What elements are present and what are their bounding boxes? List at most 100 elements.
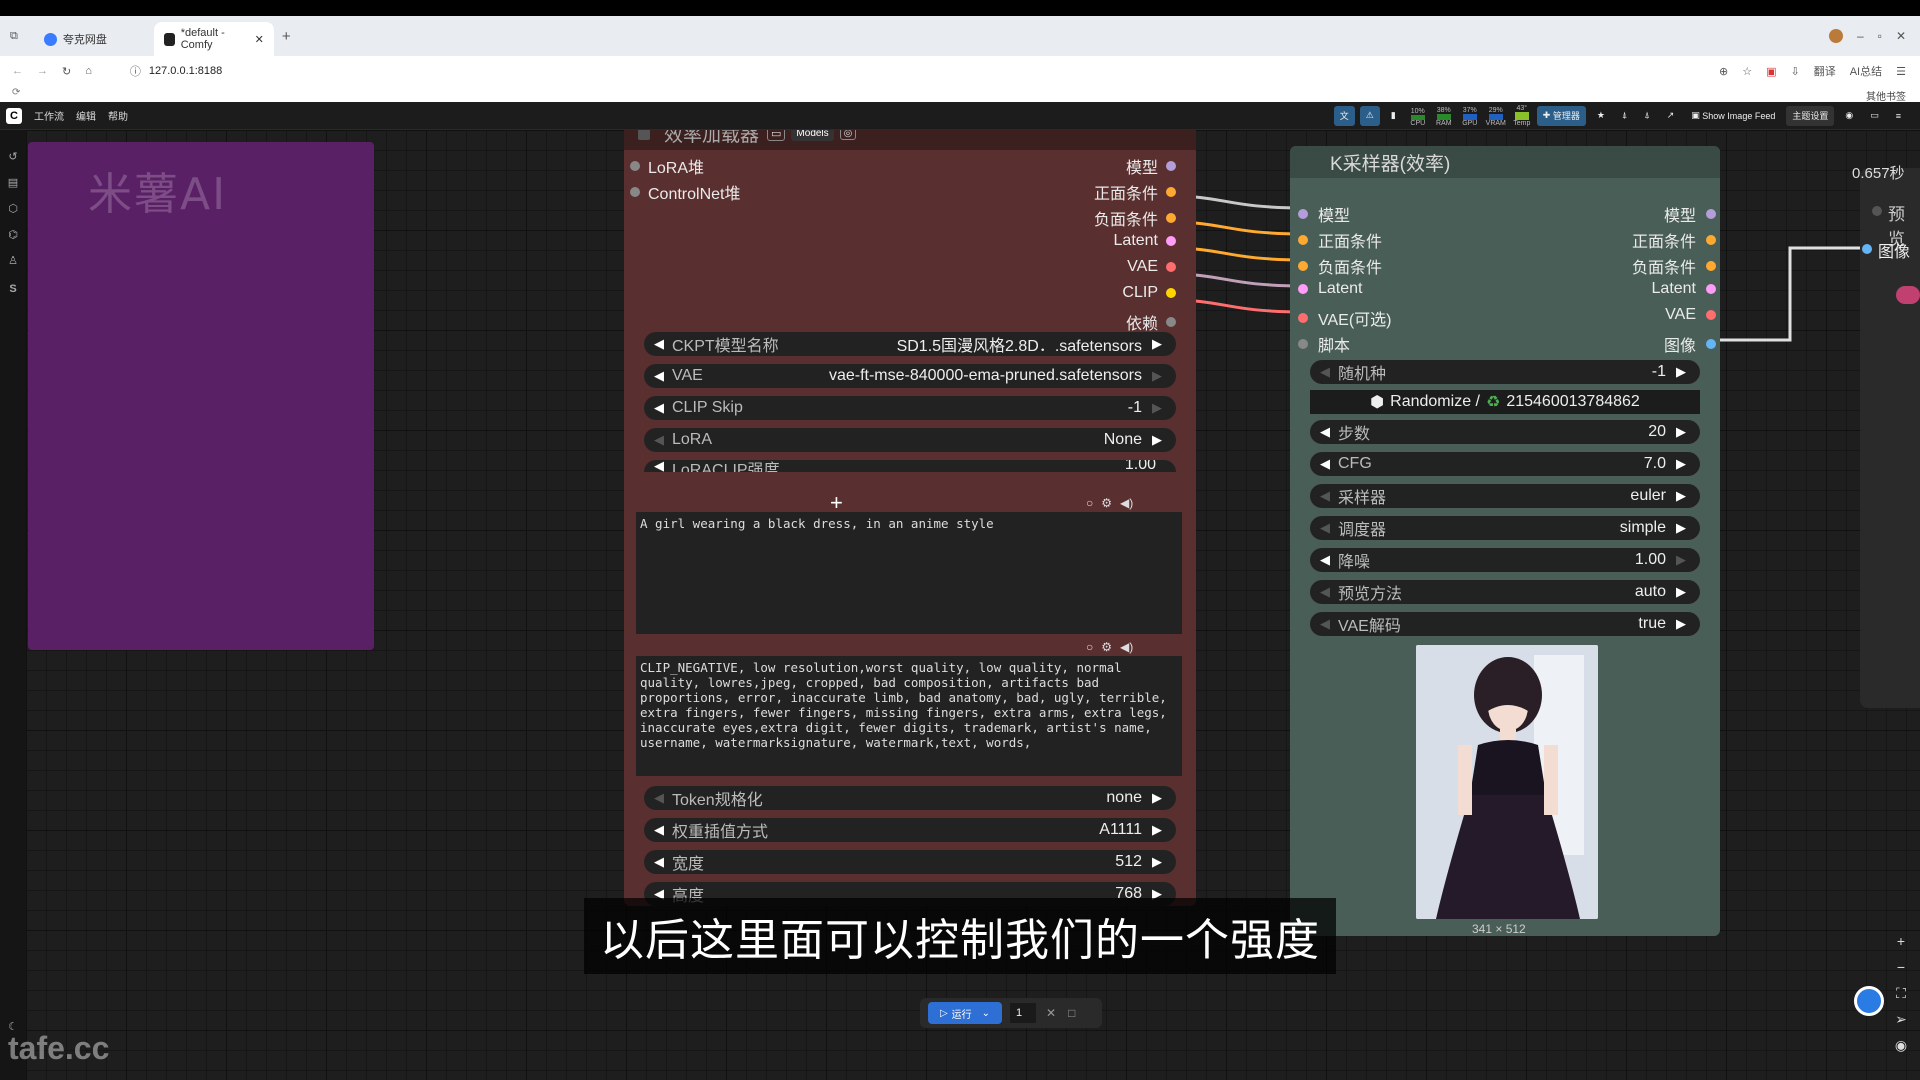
generated-preview-image[interactable]	[1416, 645, 1598, 919]
home-icon[interactable]: ⌂	[85, 65, 92, 77]
tool-a-icon[interactable]: ⍋	[1616, 106, 1633, 126]
badge-icon[interactable]	[1896, 286, 1920, 304]
seed-widget[interactable]: ◀ 随机种 -1 ▶	[1310, 360, 1700, 384]
manager-button[interactable]: ✚ 管理器	[1536, 105, 1586, 126]
output-negative[interactable]: 负面条件	[1036, 206, 1176, 230]
models-button[interactable]: Models	[791, 130, 834, 141]
show-image-feed-button[interactable]: ▣ Show Image Feed	[1685, 106, 1781, 126]
ks-output-latent[interactable]: Latent	[1586, 280, 1716, 298]
ks-input-negative[interactable]: 负面条件	[1298, 254, 1382, 278]
menu-help[interactable]: 帮助	[108, 108, 128, 123]
speaker-icon[interactable]: ◀)	[1120, 496, 1133, 510]
positive-prompt-textarea[interactable]: A girl wearing a black dress, in an anim…	[636, 512, 1182, 634]
node-title-bar[interactable]: 效率加载器 ▭ Models ◎	[624, 130, 1196, 150]
input-controlnet-stack[interactable]: ControlNet堆	[630, 180, 740, 204]
maximize-icon[interactable]: ▫	[1878, 29, 1882, 43]
node-title-bar[interactable]: K采样器(效率)	[1290, 146, 1720, 178]
bookmark-toggle-icon[interactable]: ▮	[1385, 106, 1402, 126]
back-icon[interactable]: ←	[12, 65, 23, 77]
node-icon-b[interactable]: ◎	[839, 130, 857, 140]
menu-edit[interactable]: 编辑	[76, 108, 96, 123]
lora-name-widget[interactable]: ◀ LoRA None ▶	[644, 428, 1176, 452]
seed-control-button[interactable]: ⬢ Randomize / ♻ 215460013784862	[1310, 390, 1700, 414]
vae-name-widget[interactable]: ◀ VAE vae-ft-mse-840000-ema-pruned.safeten…	[644, 364, 1176, 388]
history-icon[interactable]: ↺	[6, 150, 20, 164]
menu-icon[interactable]: ☰	[1896, 65, 1906, 78]
node-icon-a[interactable]: ▭	[767, 130, 786, 141]
star-tool-icon[interactable]: ★	[1591, 106, 1611, 126]
zoom-out-icon[interactable]: −	[1890, 956, 1912, 978]
chevron-down-icon[interactable]: ⌄	[982, 1008, 990, 1019]
output-model[interactable]: 模型	[1066, 154, 1176, 178]
input-image-dot[interactable]	[1862, 244, 1872, 254]
toggle-links-icon[interactable]: ◉	[1890, 1034, 1912, 1056]
ks-output-negative[interactable]: 负面条件	[1586, 254, 1716, 278]
slot-dot[interactable]	[630, 187, 640, 197]
output-dependencies[interactable]: 依赖	[1036, 310, 1176, 334]
theme-settings-button[interactable]: 主题设置	[1786, 105, 1835, 126]
other-bookmarks[interactable]: 其他书签	[1866, 88, 1906, 103]
more-menu-icon[interactable]: ≡	[1890, 106, 1907, 126]
new-tab-icon[interactable]: +	[282, 28, 291, 45]
speaker-icon[interactable]: ◀)	[1120, 640, 1133, 654]
stop-icon[interactable]: □	[1068, 1006, 1075, 1020]
ks-input-positive[interactable]: 正面条件	[1298, 228, 1382, 252]
assistant-bubble-icon[interactable]	[1854, 986, 1884, 1016]
star-icon[interactable]: ☆	[1742, 65, 1752, 78]
zoom-icon[interactable]: ⊕	[1719, 65, 1728, 78]
site-info-icon[interactable]: ⓘ	[130, 63, 141, 79]
window-close-icon[interactable]: ✕	[1896, 29, 1906, 43]
token-normalization-widget[interactable]: ◀ Token规格化 none ▶	[644, 786, 1176, 810]
share-icon[interactable]: ↗	[1661, 106, 1681, 126]
preview-image-node[interactable]: 0.657秒 预览 图像	[1852, 165, 1920, 708]
minimize-icon[interactable]: –	[1857, 29, 1864, 43]
ks-output-positive[interactable]: 正面条件	[1586, 228, 1716, 252]
circle-icon[interactable]: ○	[1086, 640, 1093, 654]
steps-widget[interactable]: ◀ 步数 20 ▶	[1310, 420, 1700, 444]
profile-icon[interactable]	[1828, 29, 1843, 43]
node-library-icon[interactable]: ⬡	[6, 202, 20, 216]
fit-view-icon[interactable]: ⛶	[1890, 982, 1912, 1004]
user-icon[interactable]: ◉	[1839, 106, 1859, 126]
download-icon[interactable]: ⇩	[1791, 65, 1800, 78]
extension-icon[interactable]: ▣	[1766, 65, 1776, 78]
url-field[interactable]: 127.0.0.1:8188	[149, 65, 222, 77]
sd-icon[interactable]: S	[6, 282, 20, 296]
translate-button[interactable]: 文	[1333, 105, 1355, 126]
collapse-dot[interactable]	[1872, 206, 1882, 216]
denoise-widget[interactable]: ◀ 降噪 1.00 ▶	[1310, 548, 1700, 572]
cancel-icon[interactable]: ✕	[1046, 1006, 1056, 1020]
ks-output-vae[interactable]: VAE	[1586, 306, 1716, 324]
tab-actions-icon[interactable]: ⧉	[10, 30, 18, 43]
ks-output-model[interactable]: 模型	[1586, 202, 1716, 226]
tool-b-icon[interactable]: ⍋	[1638, 106, 1655, 126]
settings-gear-icon[interactable]: ⚙	[1101, 640, 1112, 654]
output-positive[interactable]: 正面条件	[1036, 180, 1176, 204]
workflows-icon[interactable]: ♙	[6, 254, 20, 268]
ckpt-name-widget[interactable]: ◀ CKPT模型名称 SD1.5国漫风格2.8D．.safetensors ▶	[644, 332, 1176, 356]
ks-input-script[interactable]: 脚本	[1298, 332, 1350, 356]
lora-clip-strength-widget[interactable]: ◀ LoRACLIP强度 1.00	[644, 460, 1176, 472]
input-lora-stack[interactable]: LoRA堆	[630, 154, 704, 178]
slot-dot[interactable]	[630, 161, 640, 171]
weight-interpretation-widget[interactable]: ◀ 权重插值方式 A1111 ▶	[644, 818, 1176, 842]
clip-skip-widget[interactable]: ◀ CLIP Skip -1 ▶	[644, 396, 1176, 420]
menu-workflow[interactable]: 工作流	[34, 108, 64, 123]
comfy-logo-icon[interactable]: C	[6, 107, 22, 124]
circle-icon[interactable]: ○	[1086, 496, 1093, 510]
bookmark-icon[interactable]: ⟳	[12, 87, 20, 98]
forward-icon[interactable]: →	[37, 65, 48, 77]
translate-label[interactable]: 翻译	[1814, 63, 1836, 79]
panel-toggle-icon[interactable]: ▭	[1864, 106, 1885, 126]
zoom-in-icon[interactable]: +	[1890, 930, 1912, 952]
output-vae[interactable]: VAE	[1036, 258, 1176, 276]
settings-gear-icon[interactable]: ⚙	[1101, 496, 1112, 510]
width-widget[interactable]: ◀ 宽度 512 ▶	[644, 850, 1176, 874]
output-latent[interactable]: Latent	[1036, 232, 1176, 250]
close-icon[interactable]: ✕	[255, 33, 264, 46]
pointer-mode-icon[interactable]: ➢	[1890, 1008, 1912, 1030]
preview-method-widget[interactable]: ◀ 预览方法 auto ▶	[1310, 580, 1700, 604]
cfg-widget[interactable]: ◀ CFG 7.0 ▶	[1310, 452, 1700, 476]
sampler-widget[interactable]: ◀ 采样器 euler ▶	[1310, 484, 1700, 508]
ks-input-model[interactable]: 模型	[1298, 202, 1350, 226]
